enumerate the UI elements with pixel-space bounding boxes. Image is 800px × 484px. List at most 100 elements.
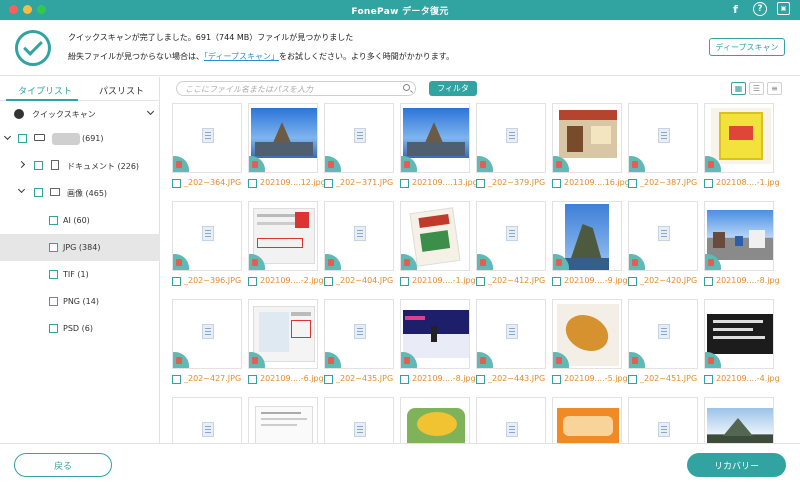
tab-path-list[interactable]: パスリスト [99,84,144,97]
search-input[interactable]: ここにファイル名またはパスを入力 [176,81,416,96]
file-caption: _202~420.JPG [628,276,702,287]
file-thumbnail[interactable] [628,299,698,369]
file-checkbox[interactable] [172,375,181,384]
file-thumbnail[interactable] [248,299,318,369]
file-thumbnail[interactable] [248,397,318,443]
help-icon[interactable]: ? [753,2,767,16]
file-checkbox[interactable] [552,277,561,286]
file-thumbnail[interactable] [704,103,774,173]
tab-type-list[interactable]: タイプリスト [18,84,72,97]
file-thumbnail[interactable] [552,103,622,173]
documents-checkbox[interactable] [34,161,43,170]
filter-button[interactable]: フィルタ [429,81,477,96]
file-thumbnail[interactable] [400,397,470,443]
file-thumbnail[interactable] [248,103,318,173]
list-view-icon[interactable]: ☰ [749,82,764,95]
file-checkbox[interactable] [324,277,333,286]
file-name: 202109....-4.jpg [716,374,780,383]
file-thumbnail[interactable] [552,201,622,271]
file-thumbnail[interactable] [400,103,470,173]
file-thumbnail[interactable] [476,103,546,173]
expand-images-icon[interactable] [17,185,26,194]
file-checkbox[interactable] [324,179,333,188]
trash-icon [632,357,638,364]
deep-scan-link[interactable]: 「ディープスキャン」 [204,52,279,61]
file-name: 202109....-1.jpg [412,276,476,285]
file-thumbnail[interactable] [324,299,394,369]
deep-scan-button[interactable]: ディープスキャン [709,38,785,56]
type-row-psd[interactable]: PSD (6) [0,315,160,342]
file-thumbnail[interactable] [172,397,242,443]
file-checkbox[interactable] [172,179,181,188]
file-checkbox[interactable] [628,375,637,384]
chevron-right-icon[interactable] [17,160,26,169]
file-thumbnail[interactable] [324,397,394,443]
images-checkbox[interactable] [34,188,43,197]
file-placeholder-icon [202,128,214,143]
file-checkbox[interactable] [476,375,485,384]
type-label: PNG (14) [63,297,99,306]
file-thumbnail[interactable] [400,299,470,369]
save-icon[interactable]: ▣ [777,2,790,15]
file-thumbnail[interactable] [172,201,242,271]
file-checkbox[interactable] [628,277,637,286]
file-thumbnail[interactable] [172,299,242,369]
file-checkbox[interactable] [400,179,409,188]
scan-mode-row[interactable]: クイックスキャン [0,101,160,128]
documents-row[interactable]: ドキュメント (226) [0,152,160,179]
recover-button[interactable]: リカバリー [687,453,786,477]
file-checkbox[interactable] [172,277,181,286]
file-checkbox[interactable] [248,179,257,188]
file-thumbnail[interactable] [248,201,318,271]
file-thumbnail[interactable] [628,103,698,173]
file-thumbnail[interactable] [324,103,394,173]
back-button[interactable]: 戻る [14,453,112,477]
file-checkbox[interactable] [552,179,561,188]
type-row-ai[interactable]: AI (60) [0,207,160,234]
type-checkbox[interactable] [49,324,58,333]
search-icon[interactable] [403,84,410,91]
file-checkbox[interactable] [476,277,485,286]
expand-drive-icon[interactable] [3,132,12,141]
file-checkbox[interactable] [552,375,561,384]
images-row[interactable]: 画像 (465) [0,179,160,206]
grid-view-icon[interactable]: ▦ [731,82,746,95]
type-row-jpg[interactable]: JPG (384) [0,234,160,261]
file-checkbox[interactable] [400,277,409,286]
drive-row[interactable]: (691) [0,125,160,152]
type-checkbox[interactable] [49,297,58,306]
detail-view-icon[interactable]: ≡ [767,82,782,95]
type-row-tif[interactable]: TIF (1) [0,261,160,288]
type-checkbox[interactable] [49,243,58,252]
file-thumbnail[interactable] [324,201,394,271]
type-checkbox[interactable] [49,270,58,279]
file-thumbnail[interactable] [552,397,622,443]
file-thumbnail[interactable] [476,299,546,369]
file-checkbox[interactable] [628,179,637,188]
file-name: 202109....-8.jpg [716,276,780,285]
file-checkbox[interactable] [324,375,333,384]
file-checkbox[interactable] [400,375,409,384]
file-thumbnail[interactable] [628,201,698,271]
file-thumbnail[interactable] [628,397,698,443]
file-thumbnail[interactable] [400,201,470,271]
drive-checkbox[interactable] [18,134,27,143]
file-checkbox[interactable] [248,375,257,384]
file-checkbox[interactable] [704,277,713,286]
file-thumbnail[interactable] [552,299,622,369]
chevron-down-icon[interactable] [146,107,155,116]
file-checkbox[interactable] [248,277,257,286]
file-checkbox[interactable] [704,375,713,384]
file-checkbox[interactable] [704,179,713,188]
facebook-icon[interactable]: f [728,2,743,17]
file-caption: _202~404.JPG [324,276,398,287]
file-thumbnail[interactable] [704,397,774,443]
file-thumbnail[interactable] [704,299,774,369]
file-thumbnail[interactable] [476,201,546,271]
file-thumbnail[interactable] [704,201,774,271]
type-row-png[interactable]: PNG (14) [0,288,160,315]
file-checkbox[interactable] [476,179,485,188]
file-thumbnail[interactable] [476,397,546,443]
type-checkbox[interactable] [49,216,58,225]
file-thumbnail[interactable] [172,103,242,173]
